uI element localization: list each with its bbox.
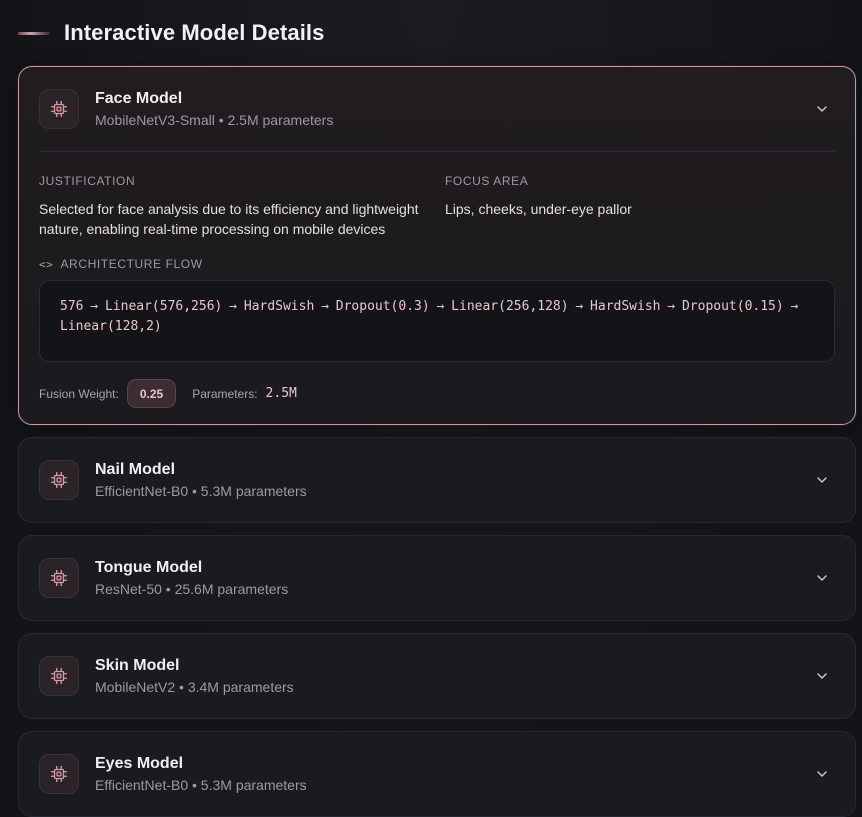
- architecture-code-block: 576 → Linear(576,256) → HardSwish → Drop…: [39, 280, 835, 362]
- parameters-label: Parameters:: [192, 386, 258, 401]
- chevron-down-icon[interactable]: [809, 663, 835, 689]
- model-card-eyes: Eyes Model EfficientNet-B0 • 5.3M parame…: [18, 731, 856, 817]
- parameters-value: 2.5M: [265, 386, 297, 401]
- architecture-flow-label: <> ARCHITECTURE FLOW: [39, 257, 835, 271]
- model-subtitle: MobileNetV2 • 3.4M parameters: [95, 678, 294, 695]
- model-subtitle: EfficientNet-B0 • 5.3M parameters: [95, 776, 307, 793]
- model-card-header[interactable]: Tongue Model ResNet-50 • 25.6M parameter…: [19, 536, 855, 620]
- model-card-skin: Skin Model MobileNetV2 • 3.4M parameters: [18, 633, 856, 719]
- model-title: Skin Model: [95, 656, 180, 674]
- page: Interactive Model Details Face Model Mob…: [0, 0, 862, 817]
- chip-icon: [39, 460, 79, 500]
- chip-icon: [39, 89, 79, 129]
- page-title: Interactive Model Details: [64, 20, 325, 45]
- focus-area-label: FOCUS AREA: [445, 174, 529, 188]
- chevron-up-icon[interactable]: [809, 96, 835, 122]
- model-title: Tongue Model: [95, 558, 203, 576]
- model-subtitle: ResNet-50 • 25.6M parameters: [95, 580, 289, 597]
- model-card-header[interactable]: Eyes Model EfficientNet-B0 • 5.3M parame…: [19, 732, 855, 816]
- model-card-header[interactable]: Skin Model MobileNetV2 • 3.4M parameters: [19, 634, 855, 718]
- chip-icon: [39, 558, 79, 598]
- model-card-nail: Nail Model EfficientNet-B0 • 5.3M parame…: [18, 437, 856, 523]
- model-card-header[interactable]: Face Model MobileNetV3-Small • 2.5M para…: [19, 67, 855, 151]
- model-subtitle: EfficientNet-B0 • 5.3M parameters: [95, 482, 307, 499]
- model-card-header[interactable]: Nail Model EfficientNet-B0 • 5.3M parame…: [19, 438, 855, 522]
- chevron-down-icon[interactable]: [809, 467, 835, 493]
- header-accent-bar: [18, 31, 50, 35]
- justification-label: JUSTIFICATION: [39, 174, 136, 188]
- code-icon: <>: [39, 257, 54, 271]
- model-subtitle: MobileNetV3-Small • 2.5M parameters: [95, 111, 334, 128]
- model-title: Nail Model: [95, 460, 176, 478]
- model-title: Face Model: [95, 89, 183, 107]
- chevron-down-icon[interactable]: [809, 761, 835, 787]
- model-card-face: Face Model MobileNetV3-Small • 2.5M para…: [18, 66, 856, 425]
- model-card-tongue: Tongue Model ResNet-50 • 25.6M parameter…: [18, 535, 856, 621]
- model-card-details: JUSTIFICATION Selected for face analysis…: [39, 151, 835, 424]
- model-metrics: Fusion Weight: 0.25 Parameters: 2.5M: [39, 379, 835, 408]
- architecture-code: 576 → Linear(576,256) → HardSwish → Drop…: [60, 299, 799, 334]
- chip-icon: [39, 754, 79, 794]
- section-header: Interactive Model Details: [18, 0, 856, 66]
- chevron-down-icon[interactable]: [809, 565, 835, 591]
- focus-area-text: Lips, cheeks, under-eye pallor: [445, 201, 632, 217]
- model-title: Eyes Model: [95, 754, 184, 772]
- chip-icon: [39, 656, 79, 696]
- fusion-weight-badge: 0.25: [126, 379, 177, 408]
- justification-text: Selected for face analysis due to its ef…: [39, 201, 419, 237]
- architecture-flow-title: ARCHITECTURE FLOW: [60, 257, 203, 271]
- fusion-weight-label: Fusion Weight:: [39, 386, 119, 401]
